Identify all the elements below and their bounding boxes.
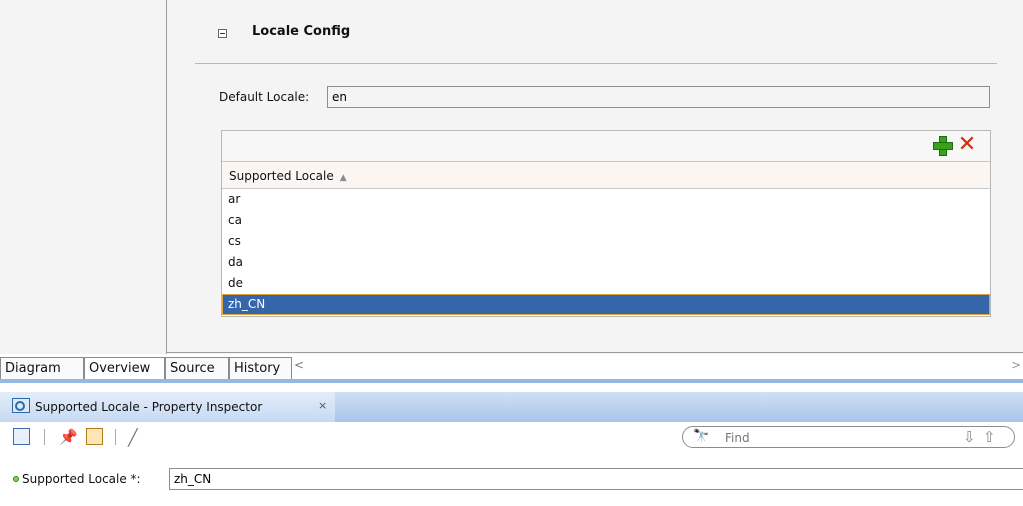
horizontal-scrollbar[interactable]: < > <box>292 357 1023 379</box>
property-label: Supported Locale *: <box>22 472 141 486</box>
section-divider <box>195 63 997 64</box>
editor-tab-bar: Diagram Overview Source History < > <box>0 357 1023 381</box>
table-row[interactable]: da <box>222 252 990 273</box>
table-body: ar ca cs da de zh_CN <box>222 189 990 315</box>
editor-border <box>166 352 1023 353</box>
left-gutter <box>0 0 166 354</box>
property-row: Supported Locale *: <box>0 466 1023 492</box>
table-row[interactable]: ar <box>222 189 990 210</box>
tab-source[interactable]: Source <box>165 357 229 379</box>
property-inspector-title: Supported Locale - Property Inspector <box>35 400 263 414</box>
column-header-supported-locale[interactable]: Supported Locale ▲ <box>222 161 990 189</box>
table-row[interactable]: de <box>222 273 990 294</box>
column-header-label: Supported Locale <box>229 169 334 183</box>
find-input[interactable] <box>723 429 947 447</box>
add-icon[interactable] <box>932 135 953 156</box>
required-indicator-icon <box>13 476 19 482</box>
table-toolbar: ✕ <box>222 131 990 161</box>
toolbar-separator <box>44 429 45 445</box>
property-inspector-tab[interactable]: Supported Locale - Property Inspector × <box>0 392 335 422</box>
property-inspector-icon <box>12 398 30 413</box>
tab-overview[interactable]: Overview <box>84 357 165 379</box>
property-value-input[interactable] <box>169 468 1023 490</box>
default-locale-label: Default Locale: <box>219 90 310 104</box>
tab-separator <box>0 379 1023 383</box>
table-row[interactable]: cs <box>222 231 990 252</box>
table-row[interactable]: zh_CN <box>222 294 990 315</box>
sort-ascending-icon: ▲ <box>339 173 347 183</box>
inspector-toolbar: 📌 ╱ 🔭 ⇩ ⇧ <box>0 422 1023 454</box>
table-row[interactable]: ca <box>222 210 990 231</box>
binoculars-icon: 🔭 <box>693 429 710 444</box>
collapse-toggle-icon[interactable] <box>218 29 227 38</box>
find-previous-icon[interactable]: ⇧ <box>983 428 996 446</box>
delete-icon[interactable]: ✕ <box>957 134 977 156</box>
scroll-left-icon[interactable]: < <box>294 358 304 372</box>
supported-locale-table: ✕ Supported Locale ▲ ar ca cs da de zh_CN <box>221 130 991 317</box>
default-locale-input[interactable] <box>327 86 990 108</box>
tab-history[interactable]: History <box>229 357 292 379</box>
section-title: Locale Config <box>252 24 351 39</box>
pencil-icon[interactable]: ╱ <box>128 428 146 447</box>
close-icon[interactable]: × <box>318 399 327 412</box>
find-next-icon[interactable]: ⇩ <box>963 428 976 446</box>
toolbar-separator <box>115 429 116 445</box>
find-box: 🔭 ⇩ ⇧ <box>682 426 1015 448</box>
edit-properties-icon[interactable] <box>86 428 103 445</box>
pin-icon[interactable]: 📌 <box>59 428 78 446</box>
property-inspector-header: Supported Locale - Property Inspector × <box>0 392 1023 422</box>
select-icon[interactable] <box>13 428 30 445</box>
tab-diagram[interactable]: Diagram <box>0 357 84 379</box>
scroll-right-icon[interactable]: > <box>1011 358 1021 372</box>
